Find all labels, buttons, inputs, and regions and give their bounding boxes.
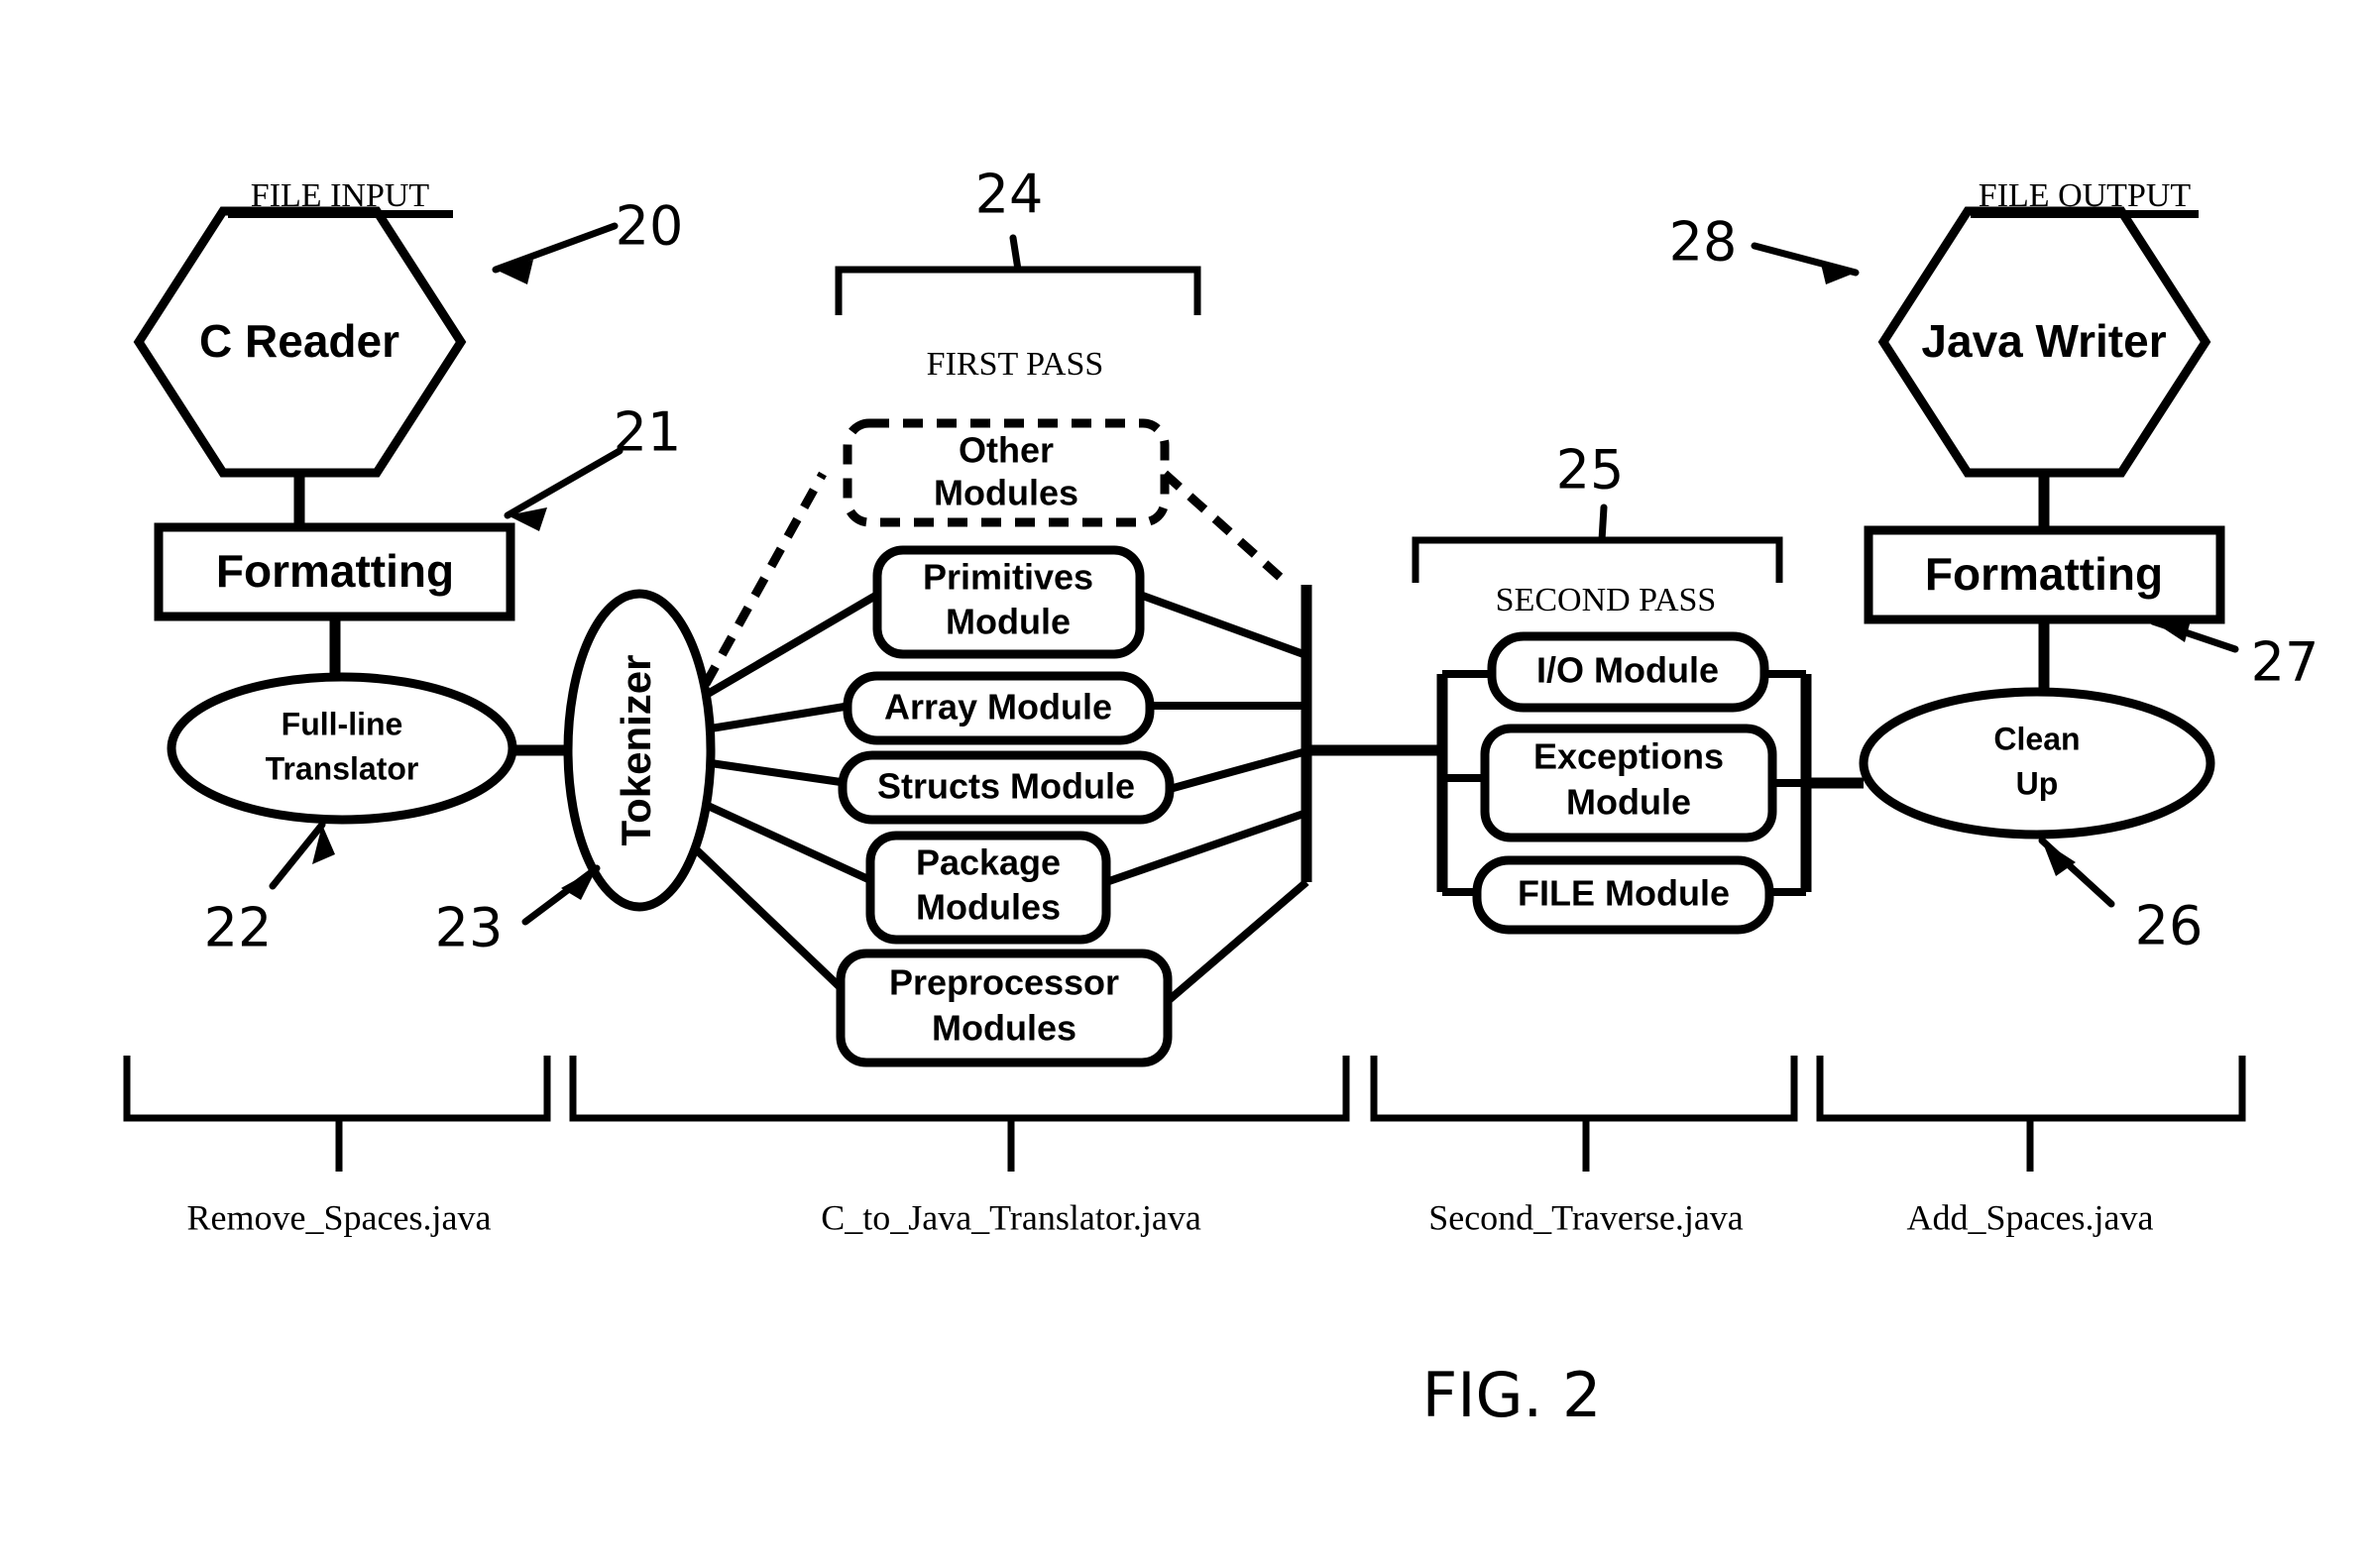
ref-22-number: 22 [204,897,273,959]
exceptions-module-label-1: Exceptions [1533,736,1724,777]
other-modules-label-1: Other [959,430,1054,471]
primitives-module-label-1: Primitives [923,557,1093,598]
conn-tokenizer-package [704,801,872,884]
conn-tokenizer-array [710,702,851,732]
first-pass-bracket [835,266,1201,315]
ref-23-number: 23 [435,897,504,959]
first-pass-label: FIRST PASS [927,346,1104,383]
package-modules-label-1: Package [916,842,1061,883]
ref-20-leader [492,222,619,274]
structs-module-label: Structs Module [877,766,1135,807]
file-input-label: FILE INPUT [251,177,430,214]
conn-structs-bus [1168,747,1308,793]
file-module-label: FILE Module [1518,873,1730,914]
diagram-canvas: C Reader FILE INPUT 20 Formatting 21 Ful… [123,164,2320,1431]
preprocessor-modules-label-1: Preprocessor [889,962,1119,1003]
ref-20-number: 20 [616,195,684,258]
patent-figure: C Reader FILE INPUT 20 Formatting 21 Ful… [0,0,2378,1568]
ref-27-number: 27 [2251,631,2320,694]
source-file-label-1: Remove_Spaces.java [187,1197,492,1237]
ref-28-arrowhead [1820,260,1856,284]
ref-21-number: 21 [614,401,682,464]
ref-28-number: 28 [1669,211,1738,274]
ref-25-number: 25 [1556,439,1625,502]
io-module-label: I/O Module [1536,650,1719,691]
ref-25-leader [1598,504,1608,544]
formatting-input-label: Formatting [216,545,454,597]
conn-other-modules-bus [1161,470,1293,589]
conn-tokenizer-preprocessor [691,844,857,1004]
formatting-output-label: Formatting [1925,548,2163,600]
source-file-label-2: C_to_Java_Translator.java [821,1197,1201,1237]
conn-primitives-bus [1138,591,1305,658]
clean-up-label-1: Clean [1993,721,2080,756]
source-file-label-4: Add_Spaces.java [1907,1197,2154,1237]
second-pass-label: SECOND PASS [1496,582,1717,618]
ref-21-leader [504,447,623,519]
ref-24-number: 24 [975,164,1044,226]
source-bracket-1 [123,1056,551,1122]
source-bracket-4 [1816,1056,2246,1122]
clean-up-ellipse [1859,687,2215,840]
ref-24-leader [1009,234,1022,274]
ref-26-number: 26 [2135,895,2204,957]
exceptions-module-label-2: Module [1566,782,1691,823]
file-output-label: FILE OUTPUT [1979,177,2192,214]
ref-27-arrowhead [2153,620,2191,642]
tokenizer-label: Tokenizer [613,655,659,846]
preprocessor-modules-label-2: Modules [932,1008,1076,1049]
conn-tokenizer-primitives [705,591,880,698]
full-line-translator-label-1: Full-line [282,706,403,741]
conn-preprocessor-bus [1165,878,1309,1005]
other-modules-label-2: Modules [934,473,1078,513]
primitives-module-label-2: Module [946,602,1071,642]
java-writer-label: Java Writer [1921,315,2166,367]
full-line-translator-ellipse [167,672,517,825]
conn-tokenizer-structs [710,759,849,787]
array-module-label: Array Module [884,687,1112,728]
second-pass-bracket [1412,536,1783,583]
source-file-label-3: Second_Traverse.java [1428,1197,1744,1237]
figure-caption: FIG. 2 [1422,1359,1602,1431]
c-reader-label: C Reader [199,315,399,367]
conn-tokenizer-other-modules [702,471,827,687]
clean-up-label-2: Up [2016,765,2059,801]
source-bracket-3 [1370,1056,1798,1122]
full-line-translator-label-2: Translator [266,750,419,786]
package-modules-label-2: Modules [916,887,1061,928]
